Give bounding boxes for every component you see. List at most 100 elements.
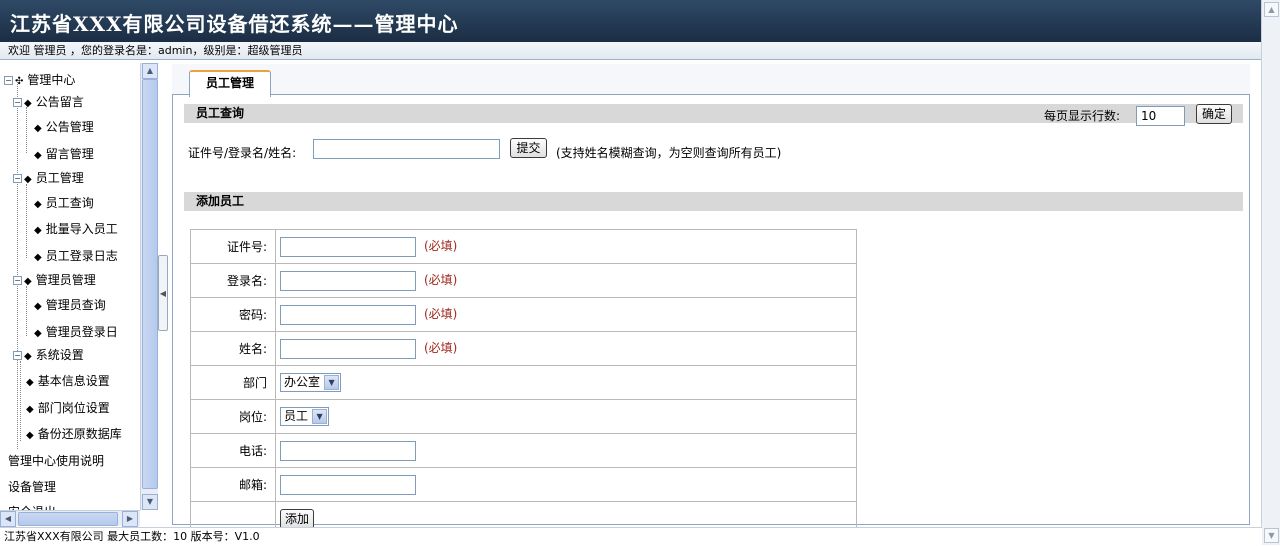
sidebar-group-label: 系统设置: [35, 348, 84, 362]
name-input[interactable]: [280, 338, 416, 359]
submit-button[interactable]: 提交: [510, 138, 547, 158]
search-input[interactable]: [313, 139, 500, 159]
scrollbar-thumb[interactable]: [18, 512, 118, 526]
form-row-password: 密码: (必填): [190, 297, 857, 332]
status-bar: 江苏省XXX有限公司 最大员工数：10 版本号：V1.0: [0, 527, 1262, 545]
name-label: 姓名:: [190, 331, 276, 366]
search-hint: (支持姓名模糊查询，为空则查询所有员工): [556, 146, 782, 160]
form-cell: (必填): [275, 297, 857, 332]
sidebar-link-label: 管理中心使用说明: [8, 454, 105, 468]
scroll-up-icon[interactable]: ▲: [1264, 2, 1279, 17]
scroll-right-icon[interactable]: ▶: [122, 511, 138, 527]
sidebar-item-announcement-mgmt[interactable]: ◆ 公告管理: [34, 116, 94, 138]
sidebar-group-announcements[interactable]: − ◆ 公告留言: [13, 91, 84, 113]
position-select[interactable]: 员工 ▼: [280, 407, 330, 426]
sidebar-item-batch-import[interactable]: ◆ 批量导入员工: [34, 218, 118, 240]
scroll-left-icon[interactable]: ◀: [0, 511, 16, 527]
email-input[interactable]: [280, 474, 416, 495]
sidebar-item-label: 管理员登录日: [45, 325, 118, 339]
required-hint: (必填): [424, 307, 458, 321]
form-row-phone: 电话:: [190, 433, 857, 468]
form-row-position: 岗位: 员工 ▼: [190, 399, 857, 434]
sidebar-item-label: 员工登录日志: [45, 249, 118, 263]
id-input[interactable]: [280, 236, 416, 257]
sidebar-item-message-mgmt[interactable]: ◆ 留言管理: [34, 143, 94, 165]
chevron-down-icon[interactable]: ▼: [312, 409, 328, 424]
scrollbar-thumb[interactable]: [142, 79, 158, 489]
form-cell: (必填): [275, 229, 857, 264]
form-cell: 员工 ▼: [275, 399, 857, 434]
sidebar-item-basic-info[interactable]: ◆ 基本信息设置: [26, 370, 110, 392]
sidebar-group-label: 管理员管理: [35, 273, 96, 287]
sidebar-group-employees[interactable]: − ◆ 员工管理: [13, 167, 84, 189]
scroll-down-icon[interactable]: ▼: [142, 494, 158, 510]
diamond-icon: ◆: [34, 301, 42, 312]
dept-label: 部门: [190, 365, 276, 400]
sidebar-item-employee-query[interactable]: ◆ 员工查询: [34, 192, 94, 214]
collapse-icon[interactable]: −: [13, 351, 22, 360]
collapse-sidebar-handle[interactable]: ◀: [158, 255, 168, 331]
scroll-up-icon[interactable]: ▲: [142, 63, 158, 79]
sidebar-item-login-log[interactable]: ◆ 员工登录日志: [34, 245, 118, 267]
sidebar-item-backup-restore[interactable]: ◆ 备份还原数据库: [26, 423, 122, 445]
dept-select[interactable]: 办公室 ▼: [280, 373, 342, 392]
collapse-icon[interactable]: −: [13, 174, 22, 183]
rows-per-page-label: 每页显示行数:: [1044, 109, 1121, 123]
position-label: 岗位:: [190, 399, 276, 434]
form-row-login: 登录名: (必填): [190, 263, 857, 298]
sidebar-root-label: 管理中心: [27, 73, 76, 87]
collapse-icon[interactable]: −: [13, 98, 22, 107]
diamond-icon: ◆: [34, 252, 42, 263]
app-title: 江苏省XXX有限公司设备借还系统——管理中心: [10, 12, 459, 36]
sidebar-item-label: 公告管理: [45, 120, 94, 134]
search-label: 证件号/登录名/姓名:: [188, 146, 297, 160]
chevron-down-icon[interactable]: ▼: [324, 375, 340, 390]
login-label: 登录名:: [190, 263, 276, 298]
sidebar-item-admin-query[interactable]: ◆ 管理员查询: [34, 294, 106, 316]
sidebar-root[interactable]: − ✣ 管理中心: [4, 69, 75, 91]
diamond-icon: ◆: [26, 404, 34, 415]
rows-per-page-input[interactable]: 10: [1136, 106, 1185, 126]
sidebar-item-label: 基本信息设置: [37, 374, 110, 388]
collapse-icon[interactable]: −: [4, 76, 13, 85]
required-hint: (必填): [424, 239, 458, 253]
collapse-icon[interactable]: −: [13, 276, 22, 285]
password-input[interactable]: [280, 304, 416, 325]
email-label: 邮箱:: [190, 467, 276, 502]
diamond-icon: ◆: [24, 98, 32, 109]
password-label: 密码:: [190, 297, 276, 332]
sidebar-item-dept-position[interactable]: ◆ 部门岗位设置: [26, 397, 110, 419]
diamond-icon: ◆: [24, 174, 32, 185]
sidebar-group-label: 公告留言: [35, 95, 84, 109]
sidebar-item-label: 部门岗位设置: [37, 401, 110, 415]
sidebar-group-settings[interactable]: − ◆ 系统设置: [13, 344, 84, 366]
app-banner: 江苏省XXX有限公司设备借还系统——管理中心: [0, 0, 1262, 42]
confirm-button[interactable]: 确定: [1196, 104, 1232, 124]
diamond-icon: ◆: [24, 276, 32, 287]
form-row-name: 姓名: (必填): [190, 331, 857, 366]
tab-employee-management[interactable]: 员工管理: [189, 70, 271, 97]
form-row-dept: 部门 办公室 ▼: [190, 365, 857, 400]
form-cell: (必填): [275, 331, 857, 366]
login-input[interactable]: [280, 270, 416, 291]
tab-strip: 员工管理: [172, 64, 1250, 97]
phone-input[interactable]: [280, 440, 416, 461]
sidebar-link-label: 设备管理: [8, 480, 57, 494]
add-employee-button[interactable]: 添加: [280, 508, 315, 529]
phone-label: 电话:: [190, 433, 276, 468]
page-scrollbar[interactable]: ▲ ▼: [1261, 0, 1280, 545]
sidebar-hscrollbar[interactable]: ◀ ▶: [0, 510, 140, 527]
sidebar-link-devices[interactable]: 设备管理: [8, 476, 56, 498]
diamond-icon: ◆: [34, 150, 42, 161]
scroll-down-icon[interactable]: ▼: [1264, 528, 1279, 543]
sidebar-scrollbar[interactable]: ▲ ▼: [140, 63, 158, 510]
id-label: 证件号:: [190, 229, 276, 264]
sidebar-group-admins[interactable]: − ◆ 管理员管理: [13, 269, 96, 291]
query-section-title: 员工查询: [196, 106, 245, 120]
sidebar-link-help[interactable]: 管理中心使用说明: [8, 450, 104, 472]
diamond-icon: ◆: [24, 351, 32, 362]
add-employee-form: 证件号: (必填) 登录名: (必填) 密码: (必填) 姓名: (必填) 部门…: [190, 229, 857, 536]
required-hint: (必填): [424, 273, 458, 287]
diamond-icon: ◆: [26, 377, 34, 388]
sidebar-item-admin-login-log[interactable]: ◆ 管理员登录日: [34, 321, 118, 343]
